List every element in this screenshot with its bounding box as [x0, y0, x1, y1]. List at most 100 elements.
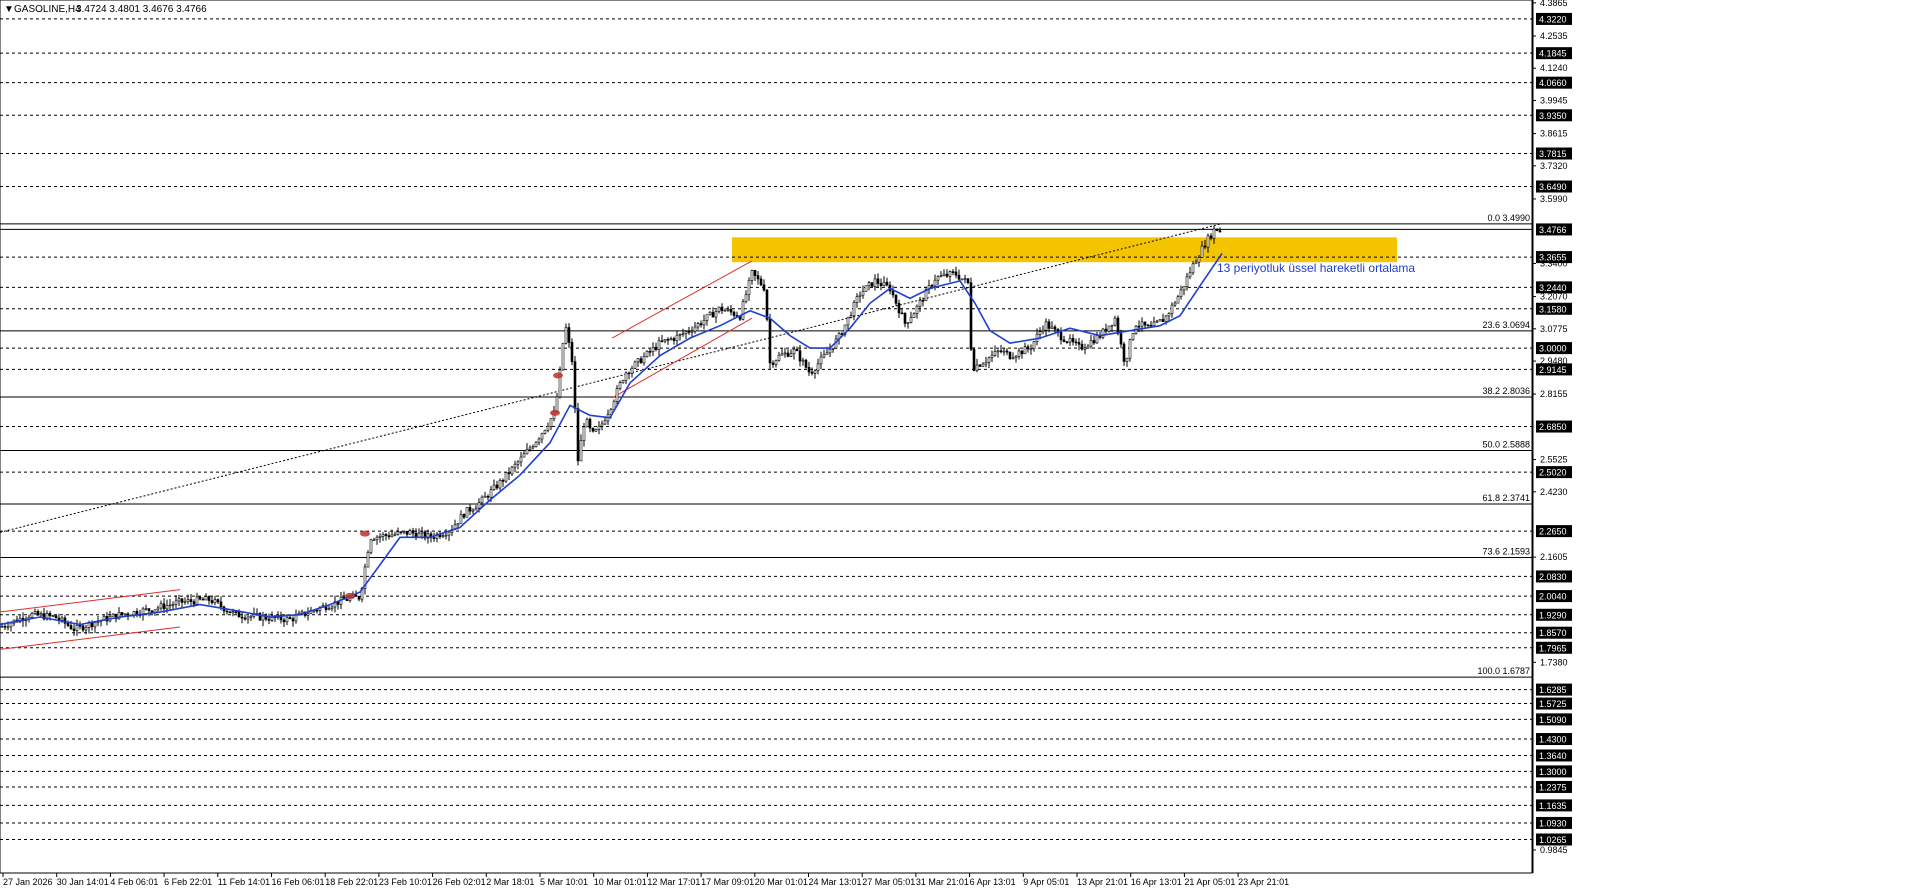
candle-body-131: [393, 533, 397, 536]
price-tick-label-2: 4.1240: [1540, 63, 1568, 73]
candle-body-229: [687, 331, 691, 333]
candle-body-25: [75, 624, 79, 631]
candle-body-216: [648, 351, 652, 353]
candle-body-64: [192, 601, 196, 605]
candle-body-312: [936, 276, 940, 281]
level-tag-23: 1.4300: [1539, 735, 1567, 745]
candle-body-73: [219, 601, 223, 608]
candle-body-325: [975, 364, 979, 371]
candle-body-335: [1005, 350, 1009, 353]
header-triangle-icon[interactable]: ▼: [4, 4, 14, 15]
fib-label-5: 73.6 2.1593: [1482, 546, 1530, 556]
candle-body-166: [498, 480, 502, 489]
candle-body-222: [666, 339, 670, 341]
candle-body-136: [408, 530, 412, 535]
candle-body-266: [798, 350, 802, 362]
candle-body-225: [675, 334, 679, 341]
candle-body-263: [789, 353, 793, 357]
candle-body-336: [1008, 351, 1012, 360]
candle-body-169: [507, 472, 511, 475]
candle-body-210: [630, 367, 634, 374]
candle-body-67: [201, 598, 205, 601]
candle-body-264: [792, 348, 796, 355]
candle-body-134: [402, 530, 406, 533]
candle-body-171: [513, 463, 517, 468]
price-chart[interactable]: 0.0 3.4990 23.6 3.0694 38.2 2.8036 50.0 2.5…: [0, 0, 1916, 888]
candle-body-13: [39, 613, 43, 616]
candle-body-298: [894, 294, 898, 304]
candle-body-291: [873, 278, 877, 287]
candle-body-122: [366, 552, 370, 568]
candle-body-198: [594, 428, 598, 432]
candle-body-168: [504, 472, 508, 482]
candle-body-133: [399, 531, 403, 534]
candle-body-273: [819, 356, 823, 365]
candle-body-367: [1101, 328, 1105, 338]
candle-body-311: [933, 279, 937, 287]
candle-body-40: [120, 612, 124, 615]
ohlc-values: 3.4724 3.4801 3.4676 3.4766: [76, 4, 207, 15]
level-tag-12: 2.6850: [1539, 422, 1567, 432]
candle-body-385: [1155, 320, 1159, 323]
candle-body-379: [1137, 325, 1141, 328]
candle-body-319: [957, 274, 961, 280]
candle-body-178: [534, 441, 538, 447]
candle-body-337: [1011, 357, 1015, 360]
level-tag-1: 4.1845: [1539, 49, 1567, 59]
candle-body-253: [759, 278, 763, 286]
candle-body-3: [9, 622, 13, 628]
candle-body-221: [663, 339, 667, 342]
candle-body-219: [657, 340, 661, 350]
ema-annotation: 13 periyotluk üssel hareketli ortalama: [1217, 261, 1415, 275]
candle-body-96: [288, 617, 292, 619]
candle-body-297: [891, 290, 895, 296]
candle-body-348: [1044, 321, 1048, 331]
candle-body-18: [54, 615, 58, 619]
candle-body-295: [885, 281, 889, 286]
candle-body-62: [186, 599, 190, 602]
candle-body-395: [1185, 276, 1189, 287]
candle-body-82: [246, 616, 250, 620]
level-tag-9: 3.1580: [1539, 304, 1567, 314]
candle-body-197: [591, 427, 595, 432]
candle-body-344: [1032, 341, 1036, 350]
candle-body-400: [1200, 245, 1204, 258]
candle-body-119: [357, 596, 361, 600]
candle-body-372: [1116, 317, 1120, 334]
candle-body-228: [684, 331, 688, 335]
fib-label-6: 100.0 1.6787: [1477, 666, 1530, 676]
candle-body-22: [66, 622, 70, 626]
candle-body-239: [717, 306, 721, 312]
level-tag-13: 2.5020: [1539, 468, 1567, 478]
candle-body-195: [585, 418, 589, 428]
candle-body-329: [987, 357, 991, 363]
candle-body-235: [705, 314, 709, 321]
candle-body-80: [240, 616, 244, 619]
candle-body-401: [1203, 245, 1207, 248]
candle-body-326: [978, 364, 982, 367]
candle-body-140: [420, 531, 424, 534]
candle-body-254: [762, 284, 766, 291]
candle-body-58: [174, 600, 178, 605]
candle-body-214: [642, 356, 646, 364]
price-tick-label-10: 2.9480: [1540, 356, 1568, 366]
candle-body-123: [369, 539, 373, 553]
candle-body-257: [771, 362, 775, 365]
candle-body-70: [210, 600, 214, 604]
candle-body-54: [162, 603, 166, 610]
candle-body-52: [156, 607, 160, 611]
candle-body-217: [651, 346, 655, 353]
plot-area: [0, 0, 1533, 874]
candle-body-351: [1053, 326, 1057, 330]
reversal-marker-3: [550, 409, 560, 416]
candle-body-124: [372, 539, 376, 542]
candle-body-149: [447, 531, 451, 536]
candle-body-333: [999, 350, 1003, 353]
candle-body-125: [375, 536, 379, 541]
candle-body-349: [1047, 321, 1051, 329]
price-tick-label-14: 2.1605: [1540, 552, 1568, 562]
reversal-marker-0: [345, 592, 355, 599]
candle-body-289: [867, 282, 871, 287]
candle-body-283: [849, 315, 853, 318]
price-tick-label-3: 3.9945: [1540, 95, 1568, 105]
